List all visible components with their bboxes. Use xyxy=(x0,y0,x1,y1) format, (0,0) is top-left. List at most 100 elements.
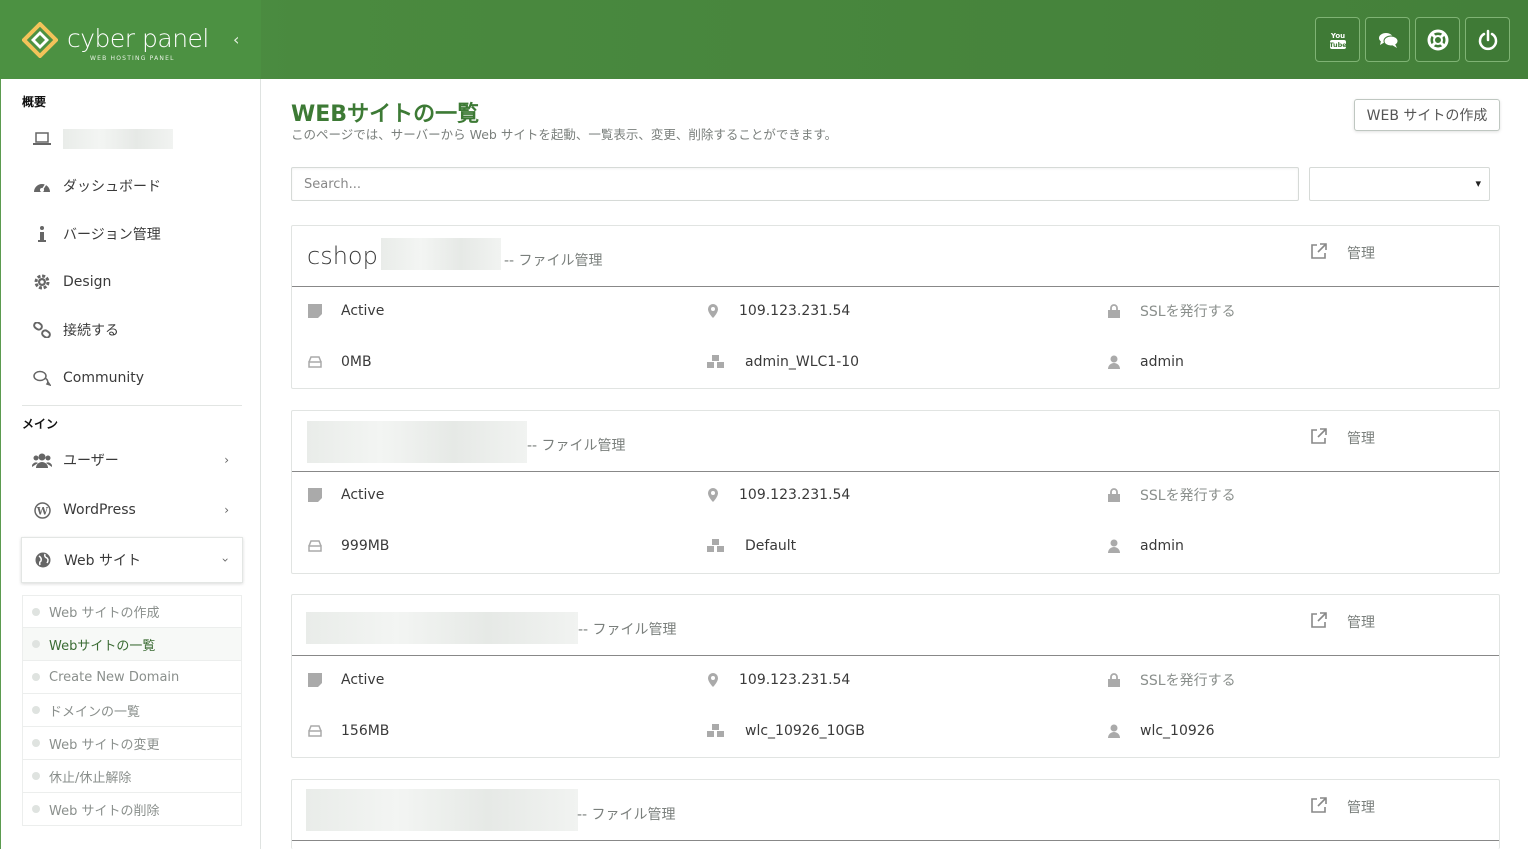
dashboard-icon xyxy=(31,178,53,194)
ip-cell: 109.123.231.54 xyxy=(705,296,850,326)
website-card-header: -- ファイル管理 管理 xyxy=(292,780,1499,841)
ssl-cell[interactable]: SSLを発行する xyxy=(1106,665,1236,695)
ip-cell: 109.123.231.54 xyxy=(705,665,850,695)
submenu-item-suspend[interactable]: 休止/休止解除 xyxy=(22,760,242,793)
website-info-row: Active 109.123.231.54 SSLを発行する xyxy=(292,665,1499,695)
users-icon xyxy=(31,452,53,468)
sidebar-item-community[interactable]: Community xyxy=(21,360,243,396)
wordpress-icon: W xyxy=(31,501,53,519)
lock-icon xyxy=(1106,303,1122,319)
manage-link[interactable]: 管理 xyxy=(1347,797,1375,817)
website-card: -- ファイル管理 管理 Active 109.123.231.54 SSLを発… xyxy=(291,410,1500,574)
sidebar-item-server[interactable] xyxy=(21,121,243,157)
submenu-item-create-domain[interactable]: Create New Domain xyxy=(22,661,242,694)
package-cell: admin_WLC1-10 xyxy=(705,347,859,377)
external-link-icon[interactable] xyxy=(1310,427,1328,445)
manage-link[interactable]: 管理 xyxy=(1347,243,1375,263)
file-manager-link[interactable]: -- ファイル管理 xyxy=(504,250,603,270)
website-domain: cshop xyxy=(307,242,378,270)
submenu-item-list-websites[interactable]: Webサイトの一覧 xyxy=(22,628,242,661)
hdd-icon xyxy=(307,538,323,554)
submenu-item-modify-website[interactable]: Web サイトの変更 xyxy=(22,727,242,760)
chevron-down-icon: › xyxy=(218,557,233,563)
website-card: -- ファイル管理 管理 Active 109.123.231.54 SSLを発… xyxy=(291,594,1500,758)
sidebar-item-design[interactable]: Design xyxy=(21,264,243,300)
map-marker-icon xyxy=(705,672,721,688)
section-label-overview: 概要 xyxy=(22,95,47,109)
sidebar-item-connect[interactable]: 接続する xyxy=(21,312,243,348)
domain-redacted xyxy=(307,421,527,463)
laptop-icon xyxy=(31,132,53,146)
status-cell: Active xyxy=(307,665,384,695)
logo-area: cyber panel WEB HOSTING PANEL ‹ xyxy=(0,0,261,79)
lock-icon xyxy=(1106,487,1122,503)
package-cell: wlc_10926_10GB xyxy=(705,716,865,746)
website-info-row: Active 109.123.231.54 SSLを発行する xyxy=(292,296,1499,326)
owner-cell: admin xyxy=(1106,531,1184,561)
page-description: このページでは、サーバーから Web サイトを起動、一覧表示、変更、削除すること… xyxy=(291,127,838,142)
bullet-icon xyxy=(32,607,40,616)
submenu-item-create-website[interactable]: Web サイトの作成 xyxy=(22,595,242,628)
ssl-cell[interactable]: SSLを発行する xyxy=(1106,480,1236,510)
external-link-icon[interactable] xyxy=(1310,611,1328,629)
disk-cell: 999MB xyxy=(307,531,389,561)
youtube-icon: You Tube xyxy=(1329,32,1347,49)
submenu-item-delete-website[interactable]: Web サイトの削除 xyxy=(22,793,242,826)
section-label-main: メイン xyxy=(22,417,59,431)
sidebar-item-users[interactable]: ユーザー › xyxy=(21,442,243,478)
status-cell: Active xyxy=(307,296,384,326)
cubes-icon xyxy=(705,538,727,554)
hdd-icon xyxy=(307,354,323,370)
filter-select[interactable]: ▾ xyxy=(1309,167,1490,201)
ssl-cell[interactable]: SSLを発行する xyxy=(1106,296,1236,326)
bullet-icon xyxy=(32,772,40,780)
file-manager-link[interactable]: -- ファイル管理 xyxy=(577,804,676,824)
bullet-icon xyxy=(32,805,40,813)
chevron-right-icon: › xyxy=(224,503,229,517)
website-card: -- ファイル管理 管理 xyxy=(291,779,1500,849)
sidebar-divider xyxy=(22,405,242,406)
chevron-down-icon: ▾ xyxy=(1475,177,1481,190)
logout-button[interactable] xyxy=(1465,17,1510,62)
sidebar-item-wordpress[interactable]: W WordPress › xyxy=(21,492,243,528)
user-icon xyxy=(1106,354,1122,370)
file-manager-link[interactable]: -- ファイル管理 xyxy=(527,435,626,455)
main-content: WEBサイトの一覧 このページでは、サーバーから Web サイトを起動、一覧表示… xyxy=(262,79,1528,849)
link-icon xyxy=(31,322,53,338)
website-card: cshop -- ファイル管理 管理 Active 109.123.231.54… xyxy=(291,225,1500,389)
youtube-button[interactable]: You Tube xyxy=(1315,17,1360,62)
gear-icon xyxy=(31,274,53,290)
support-button[interactable] xyxy=(1415,17,1460,62)
sidebar-item-dashboard[interactable]: ダッシュボード xyxy=(21,168,243,204)
create-website-button[interactable]: WEB サイトの作成 xyxy=(1354,99,1500,131)
external-link-icon[interactable] xyxy=(1310,242,1328,260)
sidebar-item-label: ユーザー xyxy=(63,453,119,469)
sidebar-item-version[interactable]: バージョン管理 xyxy=(21,216,243,252)
website-card-header: -- ファイル管理 管理 xyxy=(292,411,1499,472)
package-cell: Default xyxy=(705,531,796,561)
manage-link[interactable]: 管理 xyxy=(1347,428,1375,448)
chat-button[interactable] xyxy=(1365,17,1410,62)
chat-icon xyxy=(1378,32,1398,48)
submenu-item-list-domains[interactable]: ドメインの一覧 xyxy=(22,694,242,727)
sidebar-item-label: Design xyxy=(63,274,112,290)
domain-redacted xyxy=(306,612,578,644)
chevron-right-icon: › xyxy=(224,453,229,467)
sidebar-item-label: バージョン管理 xyxy=(63,227,161,243)
disk-cell: 156MB xyxy=(307,716,389,746)
status-icon xyxy=(307,672,323,688)
file-manager-link[interactable]: -- ファイル管理 xyxy=(578,619,677,639)
logo-subtitle: WEB HOSTING PANEL xyxy=(90,55,175,62)
status-icon xyxy=(307,303,323,319)
lock-icon xyxy=(1106,672,1122,688)
info-icon xyxy=(31,226,53,242)
external-link-icon[interactable] xyxy=(1310,796,1328,814)
manage-link[interactable]: 管理 xyxy=(1347,612,1375,632)
sidebar-item-label: 接続する xyxy=(63,323,119,339)
search-input[interactable] xyxy=(291,167,1299,201)
hdd-icon xyxy=(307,723,323,739)
server-name-redacted xyxy=(63,129,173,149)
sidebar-item-websites[interactable]: Web サイト › xyxy=(21,537,243,583)
ip-cell: 109.123.231.54 xyxy=(705,480,850,510)
sidebar-collapse-chevron-icon[interactable]: ‹ xyxy=(233,30,239,49)
